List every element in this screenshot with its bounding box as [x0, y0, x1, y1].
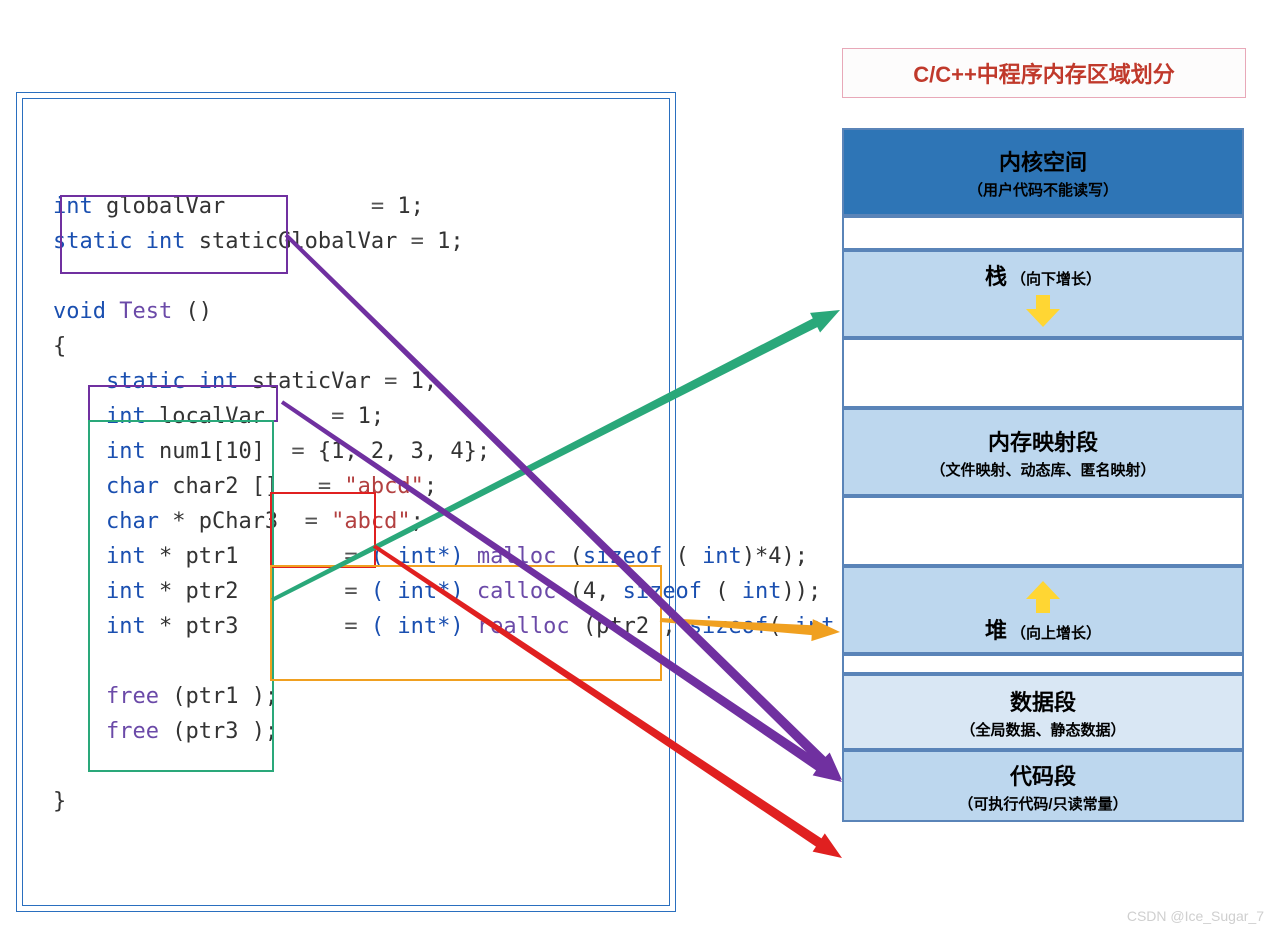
- code-panel: int globalVar = 1;static int staticGloba…: [22, 98, 670, 906]
- mem-seg-sub: （文件映射、动态库、匿名映射）: [930, 459, 1155, 480]
- mem-seg-codeseg: 代码段（可执行代码/只读常量）: [842, 750, 1244, 822]
- code-line: void Test (): [53, 294, 639, 329]
- mem-seg-gap1: [842, 216, 1244, 250]
- code-line: [53, 644, 639, 679]
- mem-seg-gap4: [842, 654, 1244, 674]
- mem-seg-gap2: [842, 338, 1244, 408]
- watermark: CSDN @Ice_Sugar_7: [1127, 908, 1264, 924]
- code-line: }: [53, 784, 639, 819]
- mem-seg-stack: 栈（向下增长）: [842, 250, 1244, 338]
- mem-seg-title: 数据段: [1010, 685, 1076, 717]
- code-line: char * pChar3 = "abcd";: [53, 504, 639, 539]
- mem-seg-kernel: 内核空间（用户代码不能读写）: [842, 128, 1244, 216]
- code-line: int num1[10] = {1, 2, 3, 4};: [53, 434, 639, 469]
- mem-seg-title: 内存映射段: [988, 425, 1098, 457]
- grow-down-icon: [1026, 295, 1060, 329]
- memory-layout: 内核空间（用户代码不能读写） 栈（向下增长） 内存映射段（文件映射、动态库、匿名映射…: [842, 128, 1244, 908]
- code-line: int localVar = 1;: [53, 399, 639, 434]
- mem-seg-data: 数据段（全局数据、静态数据）: [842, 674, 1244, 750]
- grow-up-icon: [1026, 579, 1060, 613]
- code-block: int globalVar = 1;static int staticGloba…: [53, 189, 639, 819]
- code-line: int * ptr3 = ( int*) realloc (ptr2 , siz…: [53, 609, 639, 644]
- code-line: free (ptr1 );: [53, 679, 639, 714]
- mem-seg-inline: （向下增长）: [1011, 268, 1101, 289]
- mem-seg-mmap: 内存映射段（文件映射、动态库、匿名映射）: [842, 408, 1244, 496]
- code-line: int * ptr1 = ( int*) malloc (sizeof ( in…: [53, 539, 639, 574]
- code-line: {: [53, 329, 639, 364]
- code-line: static int staticVar = 1;: [53, 364, 639, 399]
- code-line: [53, 749, 639, 784]
- mem-seg-heap: 堆（向上增长）: [842, 566, 1244, 654]
- mem-seg-title: 内核空间: [999, 145, 1087, 177]
- code-line: int * ptr2 = ( int*) calloc (4, sizeof (…: [53, 574, 639, 609]
- code-line: static int staticGlobalVar = 1;: [53, 224, 639, 259]
- mem-seg-sub: （用户代码不能读写）: [968, 179, 1118, 200]
- mem-seg-inline: （向上增长）: [1011, 622, 1101, 643]
- code-line: free (ptr3 );: [53, 714, 639, 749]
- mem-seg-sub: （可执行代码/只读常量）: [958, 793, 1127, 814]
- code-line: char char2 [] = "abcd";: [53, 469, 639, 504]
- diagram-title: C/C++中程序内存区域划分: [842, 48, 1246, 98]
- code-line: [53, 259, 639, 294]
- mem-seg-sub: （全局数据、静态数据）: [960, 719, 1125, 740]
- mem-seg-gap3: [842, 496, 1244, 566]
- mem-seg-title: 栈: [985, 259, 1007, 291]
- mem-seg-title: 代码段: [1010, 759, 1076, 791]
- code-line: int globalVar = 1;: [53, 189, 639, 224]
- mem-seg-title: 堆: [985, 613, 1007, 645]
